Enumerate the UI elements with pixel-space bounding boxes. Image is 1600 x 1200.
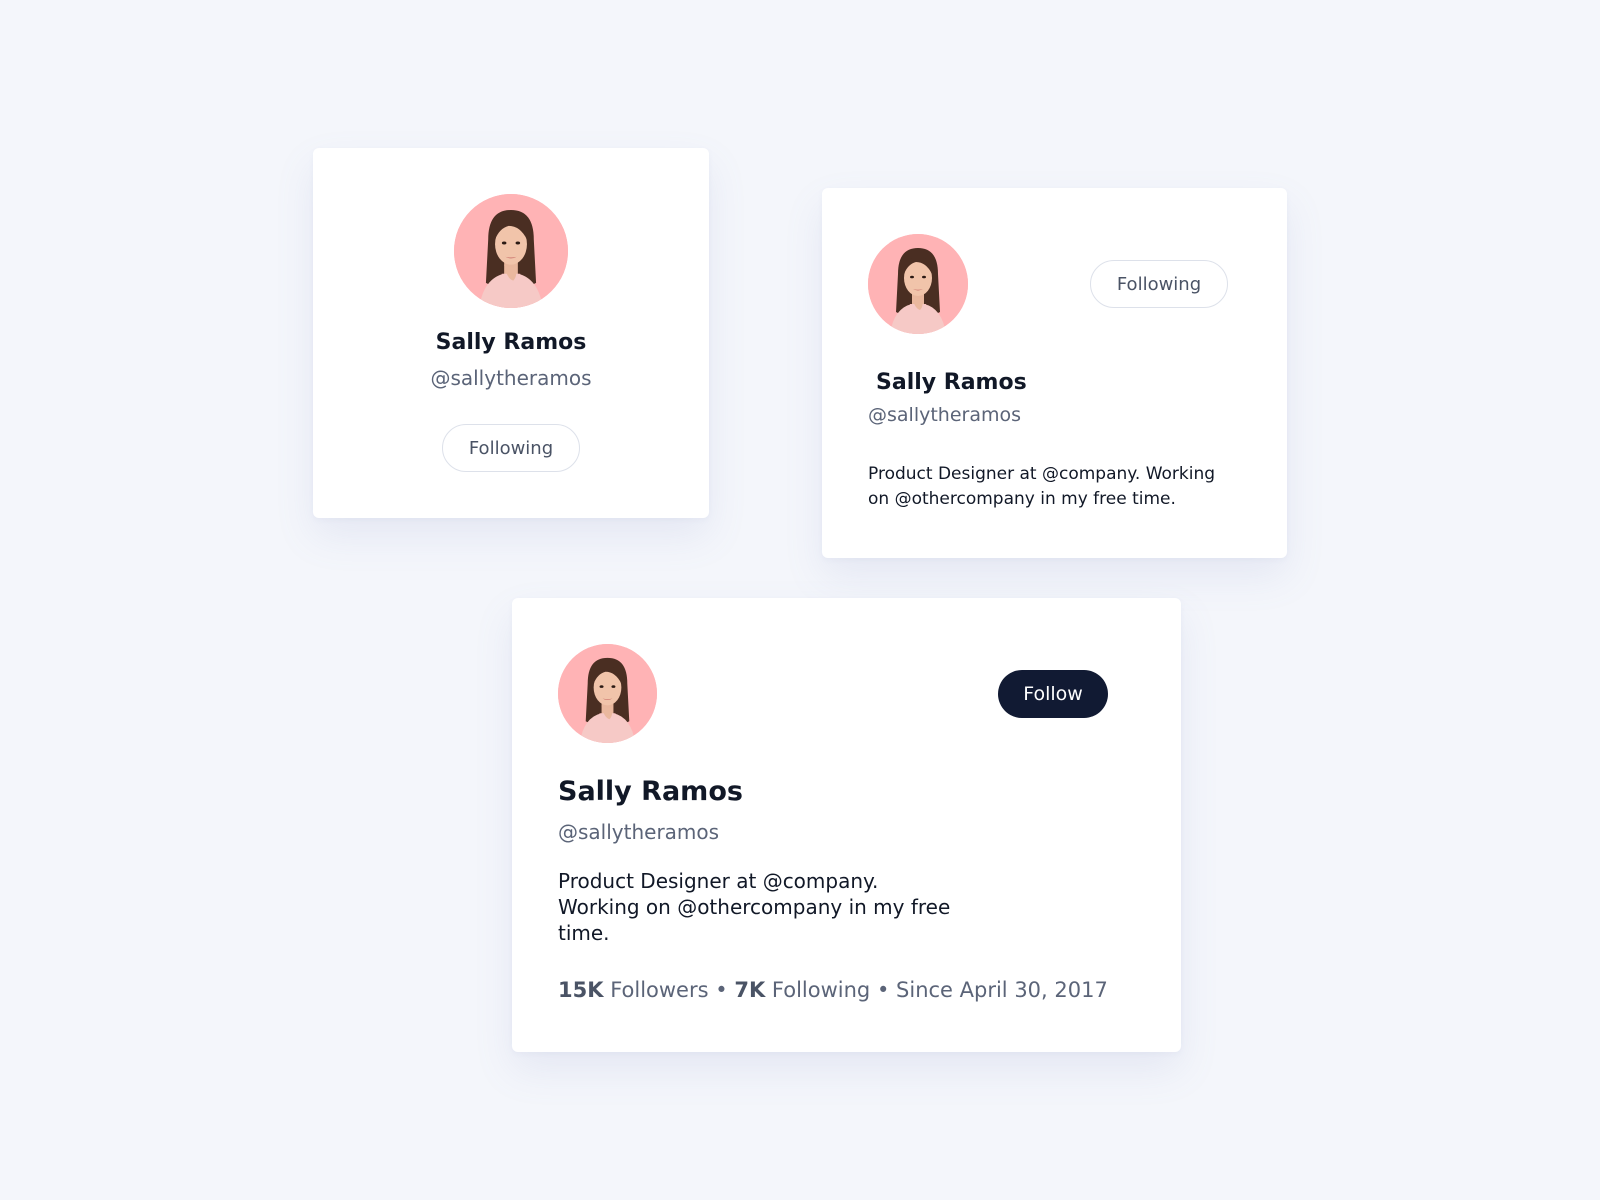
avatar[interactable] bbox=[558, 644, 657, 743]
bio-line: Working on @othercompany in my free bbox=[558, 895, 951, 919]
profile-card-large: Follow Sally Ramos @sallytheramos Produc… bbox=[512, 598, 1181, 1052]
profile-handle: @sallytheramos bbox=[558, 820, 720, 844]
followers-label[interactable]: Followers bbox=[610, 978, 708, 1002]
profile-bio: Product Designer at @company. Working on… bbox=[868, 462, 1215, 512]
profile-handle: @sallytheramos bbox=[430, 366, 592, 390]
follow-button[interactable]: Follow bbox=[998, 670, 1108, 718]
profile-name: Sally Ramos bbox=[558, 776, 743, 807]
profile-name: Sally Ramos bbox=[876, 370, 1027, 395]
profile-stats: 15K Followers • 7K Following • Since Apr… bbox=[558, 978, 1108, 1002]
profile-name: Sally Ramos bbox=[435, 330, 587, 355]
avatar[interactable] bbox=[454, 194, 568, 308]
member-since: Since April 30, 2017 bbox=[896, 978, 1108, 1002]
following-label[interactable]: Following bbox=[772, 978, 870, 1002]
followers-count[interactable]: 15K bbox=[558, 978, 604, 1002]
following-count[interactable]: 7K bbox=[734, 978, 765, 1002]
bio-line: on @othercompany in my free time. bbox=[868, 489, 1176, 509]
profile-card-compact: Sally Ramos @sallytheramos Following bbox=[313, 148, 709, 518]
following-button[interactable]: Following bbox=[1090, 260, 1228, 308]
bio-line: Product Designer at @company. Working bbox=[868, 464, 1216, 484]
stats-separator: • bbox=[715, 978, 728, 1002]
avatar[interactable] bbox=[868, 234, 968, 334]
bio-line: time. bbox=[558, 921, 610, 945]
stats-separator: • bbox=[876, 978, 890, 1002]
following-button[interactable]: Following bbox=[442, 424, 580, 472]
profile-photo-icon bbox=[868, 234, 968, 334]
profile-photo-icon bbox=[558, 644, 657, 743]
bio-line: Product Designer at @company. bbox=[558, 869, 879, 893]
profile-handle: @sallytheramos bbox=[868, 404, 1022, 426]
profile-photo-icon bbox=[454, 194, 568, 308]
profile-card-medium: Following Sally Ramos @sallytheramos Pro… bbox=[822, 188, 1287, 558]
profile-bio: Product Designer at @company. Working on… bbox=[558, 868, 950, 946]
